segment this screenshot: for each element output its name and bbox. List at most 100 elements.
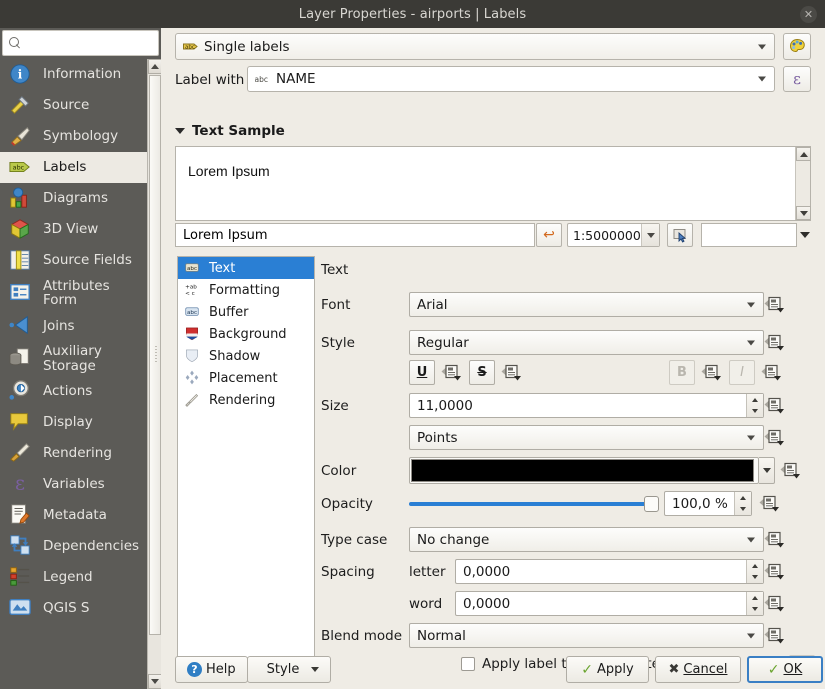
apply-button[interactable]: ✓ Apply <box>566 656 649 683</box>
tab-placement[interactable]: Placement <box>178 367 314 389</box>
sidebar-item-qgis-s[interactable]: QGIS S <box>0 593 147 624</box>
preview-scrollbar[interactable] <box>795 147 811 220</box>
bold-button[interactable]: B <box>669 360 695 385</box>
data-defined-override-icon[interactable] <box>701 363 723 383</box>
stepper-down-icon[interactable] <box>735 504 751 516</box>
spacing-label: Spacing <box>321 563 375 580</box>
sidebar-item-dependencies[interactable]: Dependencies <box>0 531 147 562</box>
blend-mode-value: Normal <box>417 627 466 644</box>
sidebar-item-labels[interactable]: abc Labels <box>0 152 147 183</box>
scale-select[interactable]: 1:5000000 <box>567 223 660 247</box>
sidebar-item-source[interactable]: Source <box>0 90 147 121</box>
sidebar-item-attributes-form[interactable]: Attributes Form <box>0 276 147 310</box>
tab-rendering[interactable]: Rendering <box>178 389 314 411</box>
close-icon[interactable]: ✕ <box>800 6 817 23</box>
font-style-select[interactable]: Regular <box>409 330 764 355</box>
sidebar-scroll-thumb[interactable] <box>149 75 161 635</box>
size-stepper[interactable] <box>746 394 763 417</box>
opacity-stepper[interactable] <box>734 492 751 515</box>
spacing-word-input[interactable]: 0,0000 <box>455 591 764 616</box>
data-defined-override-icon[interactable] <box>764 428 786 448</box>
spacing-letter-stepper[interactable] <box>746 560 763 583</box>
opacity-slider-handle[interactable] <box>644 496 659 512</box>
sidebar-item-rendering[interactable]: Rendering <box>0 438 147 469</box>
revert-arrow-icon[interactable]: ↩ <box>536 223 562 247</box>
sidebar-item-legend[interactable]: Legend <box>0 562 147 593</box>
tab-text[interactable]: abc Text <box>178 257 314 279</box>
opacity-input[interactable]: 100,0 % <box>664 491 752 516</box>
sidebar-item-symbology[interactable]: Symbology <box>0 121 147 152</box>
epsilon-expression-icon[interactable]: ε <box>783 66 811 92</box>
data-defined-override-icon[interactable] <box>764 562 786 582</box>
ok-button[interactable]: ✓ OK <box>747 656 823 683</box>
size-unit-select[interactable]: Points <box>409 425 764 450</box>
strikethrough-button[interactable]: S <box>469 360 495 385</box>
chevron-down-icon[interactable] <box>641 224 659 246</box>
sidebar-item-display[interactable]: Display <box>0 407 147 438</box>
data-defined-override-icon[interactable] <box>764 626 786 646</box>
stepper-up-icon[interactable] <box>747 394 763 406</box>
tab-buffer[interactable]: abc Buffer <box>178 301 314 323</box>
scroll-down-icon[interactable] <box>796 206 811 220</box>
stepper-down-icon[interactable] <box>747 572 763 584</box>
style-menu-button[interactable]: Style <box>247 656 331 683</box>
sidebar-scrollbar[interactable] <box>147 59 162 689</box>
search-input[interactable] <box>27 35 157 51</box>
style-palette-icon[interactable] <box>783 33 811 60</box>
label-with-label: Label with <box>175 72 245 88</box>
blend-mode-select[interactable]: Normal <box>409 623 764 648</box>
stepper-up-icon[interactable] <box>735 492 751 504</box>
italic-button[interactable]: I <box>729 360 755 385</box>
tab-background[interactable]: Background <box>178 323 314 345</box>
tab-formatting[interactable]: +ab < c Formatting <box>178 279 314 301</box>
stepper-down-icon[interactable] <box>747 604 763 616</box>
text-sample-input[interactable] <box>181 226 521 244</box>
data-defined-override-icon[interactable] <box>764 396 786 416</box>
label-with-field-select[interactable]: abc NAME <box>247 66 775 92</box>
data-defined-override-icon[interactable] <box>764 333 786 353</box>
scroll-up-icon[interactable] <box>148 59 162 74</box>
color-picker-button[interactable] <box>409 457 759 484</box>
text-sample-section-toggle[interactable]: Text Sample <box>175 123 285 139</box>
search-box[interactable] <box>2 30 159 56</box>
stepper-up-icon[interactable] <box>747 592 763 604</box>
font-select[interactable]: Arial <box>409 292 764 317</box>
window-title: Layer Properties - airports | Labels <box>298 6 527 22</box>
cancel-button[interactable]: ✖ Cancel <box>655 656 741 683</box>
sidebar-item-variables[interactable]: ε Variables <box>0 469 147 500</box>
labeling-mode-select[interactable]: abc Single labels <box>175 33 775 60</box>
stepper-up-icon[interactable] <box>747 560 763 572</box>
stepper-down-icon[interactable] <box>747 406 763 418</box>
sidebar-item-auxiliary-storage[interactable]: Auxiliary Storage <box>0 341 147 375</box>
auxiliary-select[interactable] <box>701 223 797 247</box>
data-defined-override-icon[interactable] <box>780 461 802 481</box>
data-defined-override-icon[interactable] <box>764 295 786 315</box>
underline-button[interactable]: U <box>409 360 435 385</box>
cursor-pick-icon[interactable] <box>667 223 693 247</box>
data-defined-override-icon[interactable] <box>759 494 781 514</box>
scroll-down-icon[interactable] <box>148 674 162 689</box>
spacing-letter-input[interactable]: 0,0000 <box>455 559 764 584</box>
sidebar-item-actions[interactable]: Actions <box>0 376 147 407</box>
spacing-word-stepper[interactable] <box>746 592 763 615</box>
sidebar-item-information[interactable]: i Information <box>0 59 147 90</box>
help-button[interactable]: ? Help <box>175 656 248 683</box>
type-case-select[interactable]: No change <box>409 527 764 552</box>
data-defined-override-icon[interactable] <box>764 530 786 550</box>
size-input[interactable]: 11,0000 <box>409 393 764 418</box>
tab-shadow[interactable]: Shadow <box>178 345 314 367</box>
opacity-slider[interactable] <box>409 491 659 516</box>
scroll-up-icon[interactable] <box>796 147 811 161</box>
sidebar-item-diagrams[interactable]: Diagrams <box>0 183 147 214</box>
sidebar-item-metadata[interactable]: Metadata <box>0 500 147 531</box>
color-dropdown-icon[interactable] <box>759 457 775 484</box>
sidebar-item-3d-view[interactable]: 3D View <box>0 214 147 245</box>
chevron-down-icon[interactable] <box>798 221 812 249</box>
sidebar-item-source-fields[interactable]: Source Fields <box>0 245 147 276</box>
data-defined-override-icon[interactable] <box>764 594 786 614</box>
data-defined-override-icon[interactable] <box>441 363 463 383</box>
data-defined-override-icon[interactable] <box>501 363 523 383</box>
data-defined-override-icon[interactable] <box>761 363 783 383</box>
sidebar-item-joins[interactable]: Joins <box>0 310 147 341</box>
text-sample-input-wrap[interactable] <box>175 223 535 247</box>
